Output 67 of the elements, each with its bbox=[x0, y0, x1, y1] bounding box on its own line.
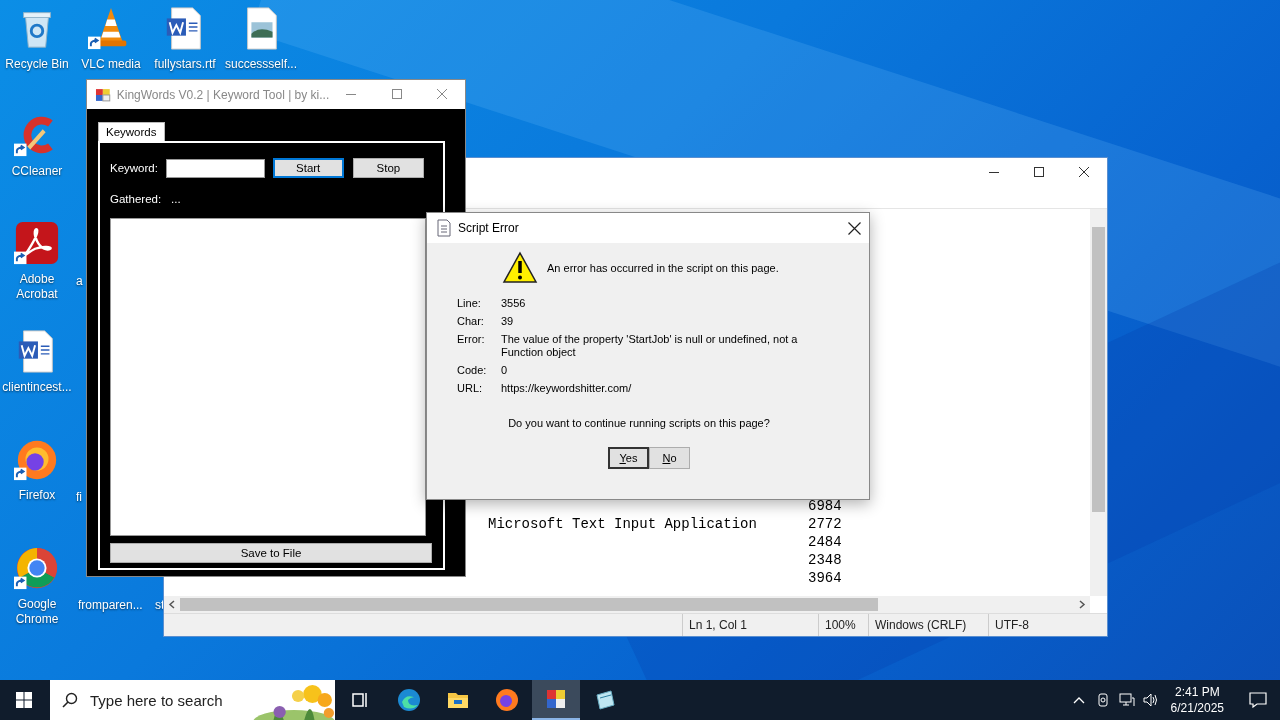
keyword-label: Keyword: bbox=[110, 162, 159, 174]
desktop-shortcut[interactable]: a bbox=[76, 274, 83, 289]
detail-label: Code: bbox=[457, 364, 488, 377]
tab[interactable]: Keywords bbox=[98, 122, 165, 141]
document-icon bbox=[436, 219, 452, 237]
warning-icon bbox=[502, 251, 538, 285]
clock-date: 6/21/2025 bbox=[1170, 700, 1224, 716]
maximize-icon bbox=[1034, 166, 1045, 178]
close-icon bbox=[436, 89, 448, 100]
keyword-input[interactable] bbox=[165, 158, 265, 178]
search-input[interactable]: Type here to search bbox=[88, 687, 242, 713]
detail-value: 0 bbox=[501, 364, 509, 377]
desktop-shortcut[interactable]: fi bbox=[76, 490, 82, 505]
taskbar-button[interactable] bbox=[532, 680, 580, 720]
detail-value: The value of the property 'StartJob' is null or undefined, not a Function object bbox=[501, 333, 799, 359]
stop-button[interactable]: Stop bbox=[352, 158, 424, 178]
no-button[interactable]: No bbox=[649, 447, 690, 469]
desktop-shortcut[interactable]: Recycle Bin bbox=[0, 5, 74, 72]
desktop-shortcut[interactable]: Adobe Acrobat bbox=[0, 220, 74, 302]
desktop-shortcut[interactable]: fromparen... bbox=[78, 598, 143, 613]
question-text: Do you want to continue running scripts on this page? bbox=[508, 417, 770, 429]
detail-label: Char: bbox=[457, 315, 485, 328]
close-icon bbox=[847, 221, 861, 235]
detail-label: URL: bbox=[457, 382, 484, 395]
desktop-shortcut[interactable]: VLC media bbox=[74, 5, 148, 72]
process-id: 6984 bbox=[808, 498, 842, 514]
detail-label: Error: bbox=[457, 333, 486, 347]
detail-value: https://keywordshitter.com/ bbox=[501, 382, 633, 395]
desktop-shortcut[interactable]: Google Chrome bbox=[0, 545, 74, 627]
search-field[interactable]: Type here to search bbox=[50, 680, 335, 720]
window-title-text: Microsoft Text Input Application bbox=[488, 516, 757, 532]
window-title: KingWords V0.2 | Keyword Tool | by ki... bbox=[116, 87, 330, 102]
desktop-shortcut[interactable]: Firefox bbox=[0, 436, 74, 503]
clock-time: 2:41 PM bbox=[1174, 684, 1220, 700]
pdf-app-icon bbox=[14, 220, 60, 266]
windows-logo-icon bbox=[16, 692, 32, 708]
search-icon bbox=[62, 692, 78, 708]
gathered-count: ... bbox=[171, 193, 181, 205]
process-id: 3964 bbox=[808, 570, 842, 586]
process-id: 2772 bbox=[808, 516, 842, 532]
status-bar-item: UTF-8 bbox=[988, 614, 1088, 636]
gathered-label: Gathered: bbox=[110, 193, 163, 205]
app-icon bbox=[396, 687, 422, 713]
detail-label: Line: bbox=[457, 297, 482, 310]
app-icon bbox=[494, 687, 520, 713]
process-id: 2484 bbox=[808, 534, 842, 550]
desktop-shortcut[interactable]: CCleaner bbox=[0, 112, 74, 179]
app-icon bbox=[95, 86, 111, 103]
status-bar-item: 100% bbox=[818, 614, 868, 636]
vertical-scrollbar[interactable] bbox=[1090, 209, 1107, 596]
status-bar-item: Ln 1, Col 1 bbox=[682, 614, 818, 636]
horizontal-scrollbar[interactable] bbox=[164, 596, 1090, 613]
process-id: 2348 bbox=[808, 552, 842, 568]
save-button[interactable]: Save to File bbox=[110, 543, 432, 563]
desktop-shortcut[interactable]: successself... bbox=[224, 5, 298, 72]
start-button[interactable]: Start bbox=[272, 158, 344, 178]
desktop-shortcut[interactable]: clientincest... bbox=[0, 328, 74, 395]
detail-value: 3556 bbox=[501, 297, 527, 310]
error-message: An error has occurred in the script on this page. bbox=[547, 262, 779, 274]
yes-button[interactable]: Yes bbox=[608, 447, 649, 469]
chrome-icon bbox=[14, 545, 60, 591]
desktop-shortcut[interactable]: fullystars.rtf bbox=[148, 5, 222, 72]
close-icon bbox=[1079, 166, 1090, 178]
detail-value: 39 bbox=[501, 315, 515, 328]
dialog-title: Script Error bbox=[458, 221, 520, 235]
maximize-icon bbox=[391, 89, 403, 100]
status-bar-item: Windows (CRLF) bbox=[868, 614, 988, 636]
